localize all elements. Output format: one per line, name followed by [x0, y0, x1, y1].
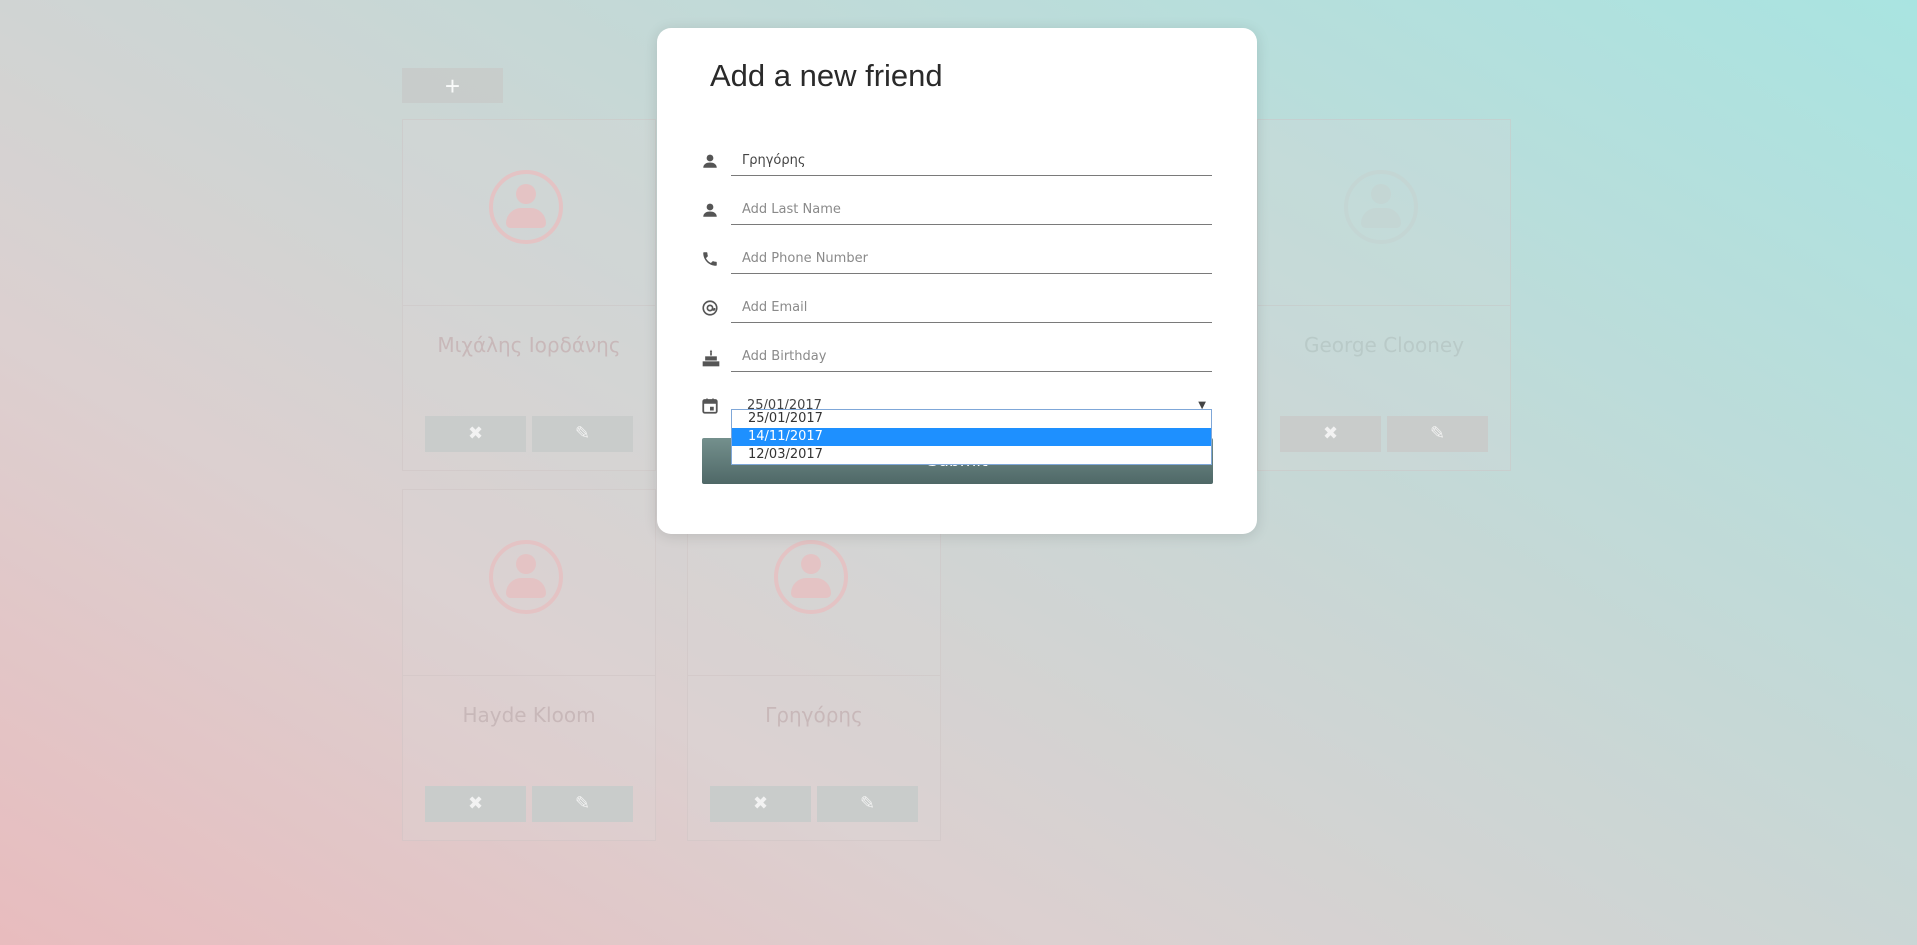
phone-icon: [701, 250, 723, 272]
avatar-icon: [1344, 170, 1418, 244]
edit-button[interactable]: ✎: [817, 786, 918, 822]
date-option-highlighted[interactable]: 14/11/2017: [732, 428, 1211, 446]
birthday-input[interactable]: [731, 342, 1212, 372]
person-icon: [701, 201, 723, 223]
at-icon: [701, 299, 723, 321]
friend-name: Γρηγόρης: [765, 703, 863, 727]
friend-name: Μιχάλης Ιορδάνης: [437, 333, 621, 357]
phone-row: [701, 244, 1213, 278]
delete-button[interactable]: ✖: [425, 786, 526, 822]
email-row: [701, 293, 1213, 327]
friend-card: George Clooney ✖ ✎: [1257, 119, 1511, 471]
email-input[interactable]: [731, 293, 1212, 323]
dialog-title: Add a new friend: [710, 58, 943, 93]
date-option[interactable]: 25/01/2017: [732, 410, 1211, 428]
friend-name: Hayde Kloom: [462, 703, 596, 727]
delete-button[interactable]: ✖: [710, 786, 811, 822]
add-friend-dialog: Add a new friend 25/01/: [657, 28, 1257, 534]
edit-button[interactable]: ✎: [1387, 416, 1488, 452]
edit-button[interactable]: ✎: [532, 416, 633, 452]
avatar-icon: [489, 170, 563, 244]
edit-button[interactable]: ✎: [532, 786, 633, 822]
first-name-row: [701, 146, 1213, 180]
last-name-input[interactable]: [731, 195, 1212, 225]
date-option[interactable]: 12/03/2017: [732, 446, 1211, 464]
cake-icon: [701, 348, 723, 370]
birthday-row: [701, 342, 1213, 376]
friend-card: Hayde Kloom ✖ ✎: [402, 489, 656, 841]
delete-button[interactable]: ✖: [425, 416, 526, 452]
friend-card: Γρηγόρης ✖ ✎: [687, 489, 941, 841]
last-name-row: [701, 195, 1213, 229]
delete-button[interactable]: ✖: [1280, 416, 1381, 452]
avatar-icon: [774, 540, 848, 614]
add-friend-button[interactable]: +: [402, 68, 503, 103]
phone-input[interactable]: [731, 244, 1212, 274]
calendar-icon: [701, 397, 723, 419]
friend-card: Μιχάλης Ιορδάνης ✖ ✎: [402, 119, 656, 471]
first-name-input[interactable]: [731, 146, 1212, 176]
avatar-icon: [489, 540, 563, 614]
friend-name: George Clooney: [1303, 333, 1465, 357]
date-dropdown-list: 25/01/2017 14/11/2017 12/03/2017: [731, 409, 1212, 465]
person-icon: [701, 152, 723, 174]
